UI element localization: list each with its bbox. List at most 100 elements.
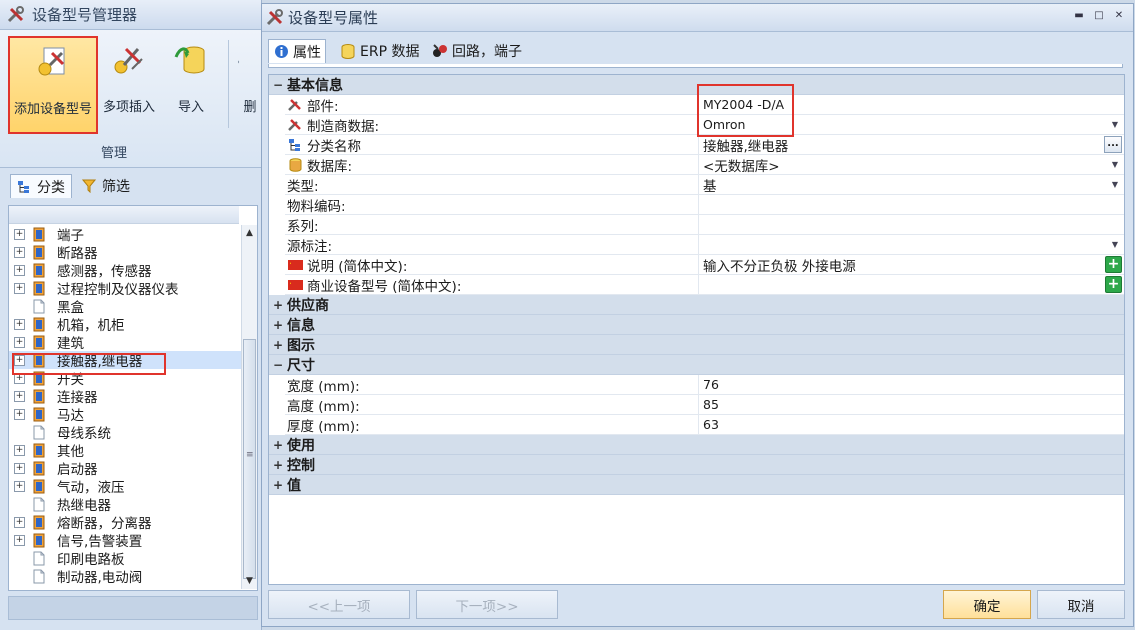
- previous-item-button[interactable]: <<上一项: [268, 590, 410, 619]
- expand-icon[interactable]: +: [14, 318, 25, 330]
- tree-item[interactable]: + 接触器,继电器: [9, 351, 241, 370]
- tree-item[interactable]: + 连接器: [9, 387, 241, 406]
- expand-icon[interactable]: +: [14, 354, 25, 366]
- ok-button[interactable]: 确定: [943, 590, 1031, 619]
- tree-item[interactable]: 印刷电路板: [9, 549, 241, 568]
- expand-icon[interactable]: +: [14, 516, 25, 528]
- type-value[interactable]: 基: [703, 175, 717, 195]
- category-basic-info[interactable]: − 基本信息: [269, 75, 1124, 95]
- property-row-width[interactable]: 宽度 (mm): 76: [285, 374, 1124, 395]
- tree-item[interactable]: 母线系统: [9, 423, 241, 442]
- expand-icon[interactable]: +: [14, 462, 25, 474]
- part-value[interactable]: MY2004 -D/A: [703, 97, 784, 112]
- category-info[interactable]: + 信息: [269, 315, 1124, 335]
- tab-erp-data[interactable]: ERP 数据: [336, 39, 423, 63]
- property-row-series[interactable]: 系列:: [285, 214, 1124, 235]
- dropdown-arrow-icon[interactable]: ▼: [1112, 180, 1118, 189]
- tree-item[interactable]: + 端子: [9, 225, 241, 244]
- property-row-source-marking[interactable]: 源标注: ▼: [285, 234, 1124, 255]
- add-device-model-button[interactable]: 添加设备型号: [8, 36, 98, 134]
- tree-item[interactable]: 热继电器: [9, 495, 241, 514]
- property-row-manufacturer[interactable]: 制造商数据: Omron ▼: [285, 114, 1124, 135]
- tree-item[interactable]: 黑盒: [9, 297, 241, 316]
- depth-value[interactable]: 63: [703, 417, 719, 432]
- property-grid[interactable]: − 基本信息 部件: MY2004 -D/A 制造商数据: Omron ▼ 分类名…: [268, 74, 1125, 585]
- expand-toggle-icon[interactable]: +: [272, 298, 284, 312]
- category-supplier[interactable]: + 供应商: [269, 295, 1124, 315]
- category-tree[interactable]: + 端子 + 断路器 + 感测器，传感器 + 过程控制及仪器仪表 黑盒 + 机箱，机柜 + 建筑 + 接触器…: [8, 205, 258, 591]
- scroll-down-arrow-icon[interactable]: ▼: [242, 573, 257, 589]
- tree-item[interactable]: + 建筑: [9, 333, 241, 352]
- tree-item[interactable]: + 气动，液压: [9, 477, 241, 496]
- collapse-toggle-icon[interactable]: −: [272, 358, 284, 372]
- import-button[interactable]: 导入: [160, 36, 222, 134]
- category-graphics[interactable]: + 图示: [269, 335, 1124, 355]
- expand-icon[interactable]: +: [14, 444, 25, 456]
- expand-toggle-icon[interactable]: +: [272, 318, 284, 332]
- expand-icon[interactable]: +: [14, 534, 25, 546]
- dropdown-arrow-icon[interactable]: ▼: [1112, 160, 1118, 169]
- expand-icon[interactable]: +: [14, 264, 25, 276]
- tree-item[interactable]: + 启动器: [9, 459, 241, 478]
- category-control[interactable]: + 控制: [269, 455, 1124, 475]
- maximize-icon[interactable]: □: [1093, 10, 1105, 22]
- property-row-category[interactable]: 分类名称 接触器,继电器...: [285, 134, 1124, 155]
- add-translation-icon[interactable]: +: [1105, 255, 1122, 273]
- multi-insert-button[interactable]: 多项插入: [98, 36, 160, 134]
- tree-item[interactable]: + 其他: [9, 441, 241, 460]
- category-value[interactable]: 接触器,继电器: [703, 135, 788, 155]
- expand-icon[interactable]: +: [14, 228, 25, 240]
- property-row-database[interactable]: 数据库: <无数据库> ▼: [285, 154, 1124, 175]
- right-title-bar[interactable]: 设备型号属性 ▬ □ ✕: [262, 4, 1133, 32]
- property-row-description[interactable]: 说明 (简体中文): 输入不分正负极 外接电源 +: [285, 254, 1124, 275]
- expand-icon[interactable]: +: [14, 246, 25, 258]
- expand-icon[interactable]: +: [14, 390, 25, 402]
- next-item-button[interactable]: 下一项>>: [416, 590, 558, 619]
- property-row-part[interactable]: 部件: MY2004 -D/A: [285, 94, 1124, 115]
- tree-item[interactable]: + 开关: [9, 369, 241, 388]
- collapse-toggle-icon[interactable]: −: [272, 78, 284, 92]
- dropdown-arrow-icon[interactable]: ▼: [1112, 120, 1118, 129]
- tree-item[interactable]: + 马达: [9, 405, 241, 424]
- dropdown-arrow-icon[interactable]: ▼: [1112, 240, 1118, 249]
- tree-item[interactable]: + 断路器: [9, 243, 241, 262]
- property-row-height[interactable]: 高度 (mm): 85: [285, 394, 1124, 415]
- property-row-commercial-type[interactable]: 商业设备型号 (简体中文): +: [285, 274, 1124, 295]
- tree-item[interactable]: + 过程控制及仪器仪表: [9, 279, 241, 298]
- tree-scrollbar[interactable]: ▲ ≡ ▼: [241, 225, 257, 589]
- minimize-icon[interactable]: ▬: [1073, 10, 1085, 22]
- height-value[interactable]: 85: [703, 397, 719, 412]
- close-icon[interactable]: ✕: [1113, 10, 1125, 22]
- tree-item[interactable]: 制动器,电动阀: [9, 567, 241, 586]
- property-row-material-code[interactable]: 物料编码:: [285, 194, 1124, 215]
- tree-item[interactable]: + 感测器，传感器: [9, 261, 241, 280]
- expand-icon[interactable]: +: [14, 372, 25, 384]
- property-row-type[interactable]: 类型: 基 ▼: [285, 174, 1124, 195]
- property-row-depth[interactable]: 厚度 (mm): 63: [285, 414, 1124, 435]
- scroll-up-arrow-icon[interactable]: ▲: [242, 225, 257, 241]
- expand-toggle-icon[interactable]: +: [272, 338, 284, 352]
- tab-properties[interactable]: 属性: [268, 39, 326, 63]
- tree-item[interactable]: + 熔断器，分离器: [9, 513, 241, 532]
- tab-category[interactable]: 分类: [10, 174, 72, 198]
- description-value[interactable]: 输入不分正负极 外接电源: [703, 255, 856, 275]
- expand-icon[interactable]: +: [14, 480, 25, 492]
- category-usage[interactable]: + 使用: [269, 435, 1124, 455]
- tree-item[interactable]: + 信号,告警装置: [9, 531, 241, 550]
- expand-toggle-icon[interactable]: +: [272, 478, 284, 492]
- left-title-bar[interactable]: 设备型号管理器: [0, 0, 261, 30]
- expand-icon[interactable]: +: [14, 336, 25, 348]
- category-dimensions[interactable]: − 尺寸: [269, 355, 1124, 375]
- cancel-button[interactable]: 取消: [1037, 590, 1125, 619]
- expand-icon[interactable]: +: [14, 408, 25, 420]
- expand-icon[interactable]: +: [14, 282, 25, 294]
- width-value[interactable]: 76: [703, 377, 719, 392]
- database-value[interactable]: <无数据库>: [703, 155, 780, 175]
- delete-button[interactable]: › 删: [238, 36, 262, 134]
- add-translation-icon[interactable]: +: [1105, 275, 1122, 293]
- tab-filter[interactable]: 筛选: [76, 174, 136, 198]
- scroll-thumb[interactable]: ≡: [243, 339, 256, 579]
- tree-item[interactable]: + 机箱，机柜: [9, 315, 241, 334]
- ellipsis-button[interactable]: ...: [1104, 135, 1122, 153]
- expand-toggle-icon[interactable]: +: [272, 458, 284, 472]
